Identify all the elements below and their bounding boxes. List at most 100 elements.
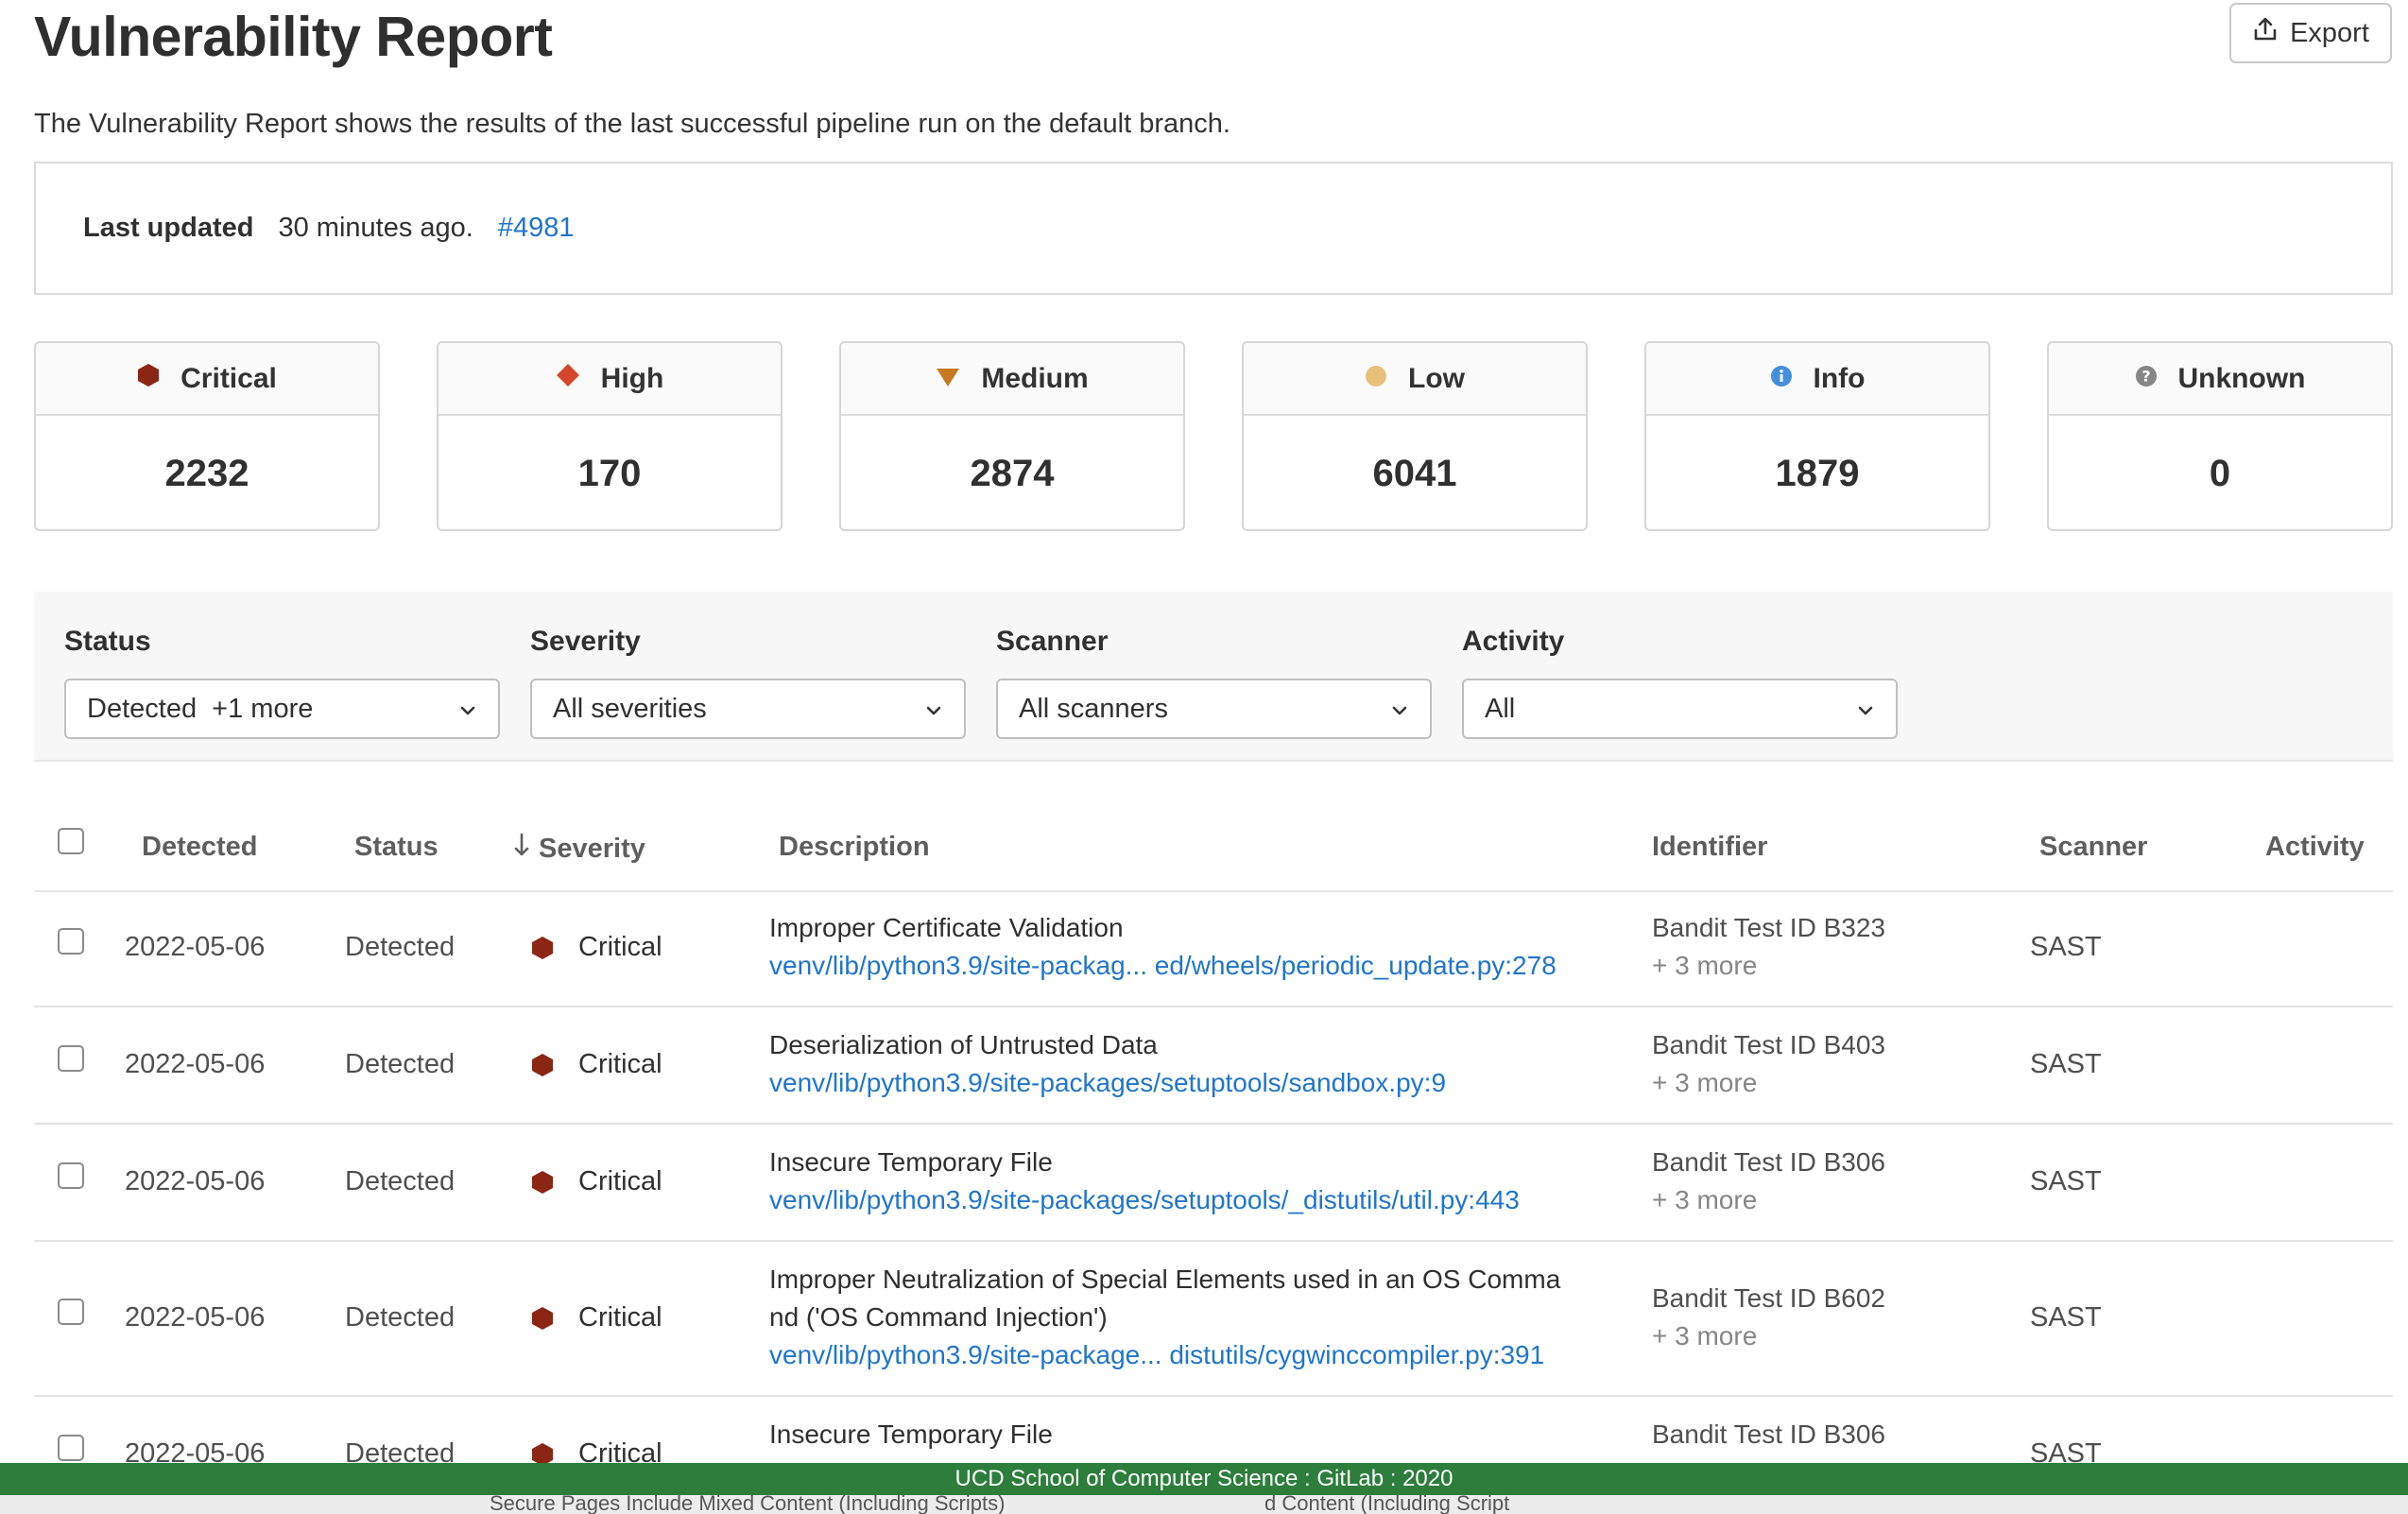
severity-label: Critical	[181, 362, 277, 394]
severity-count: 6041	[1372, 452, 1457, 494]
identifier-text: Bandit Test ID B403	[1652, 1030, 1885, 1059]
severity-text: Critical	[578, 932, 662, 962]
file-location-link[interactable]: venv/lib/python3.9/site-packag... ed/whe…	[769, 947, 1557, 985]
critical-icon	[531, 1306, 554, 1335]
table-row[interactable]: 2022-05-06 Detected Critical Insecure Te…	[0, 1397, 2408, 1463]
chevron-down-icon	[924, 694, 943, 725]
chevron-down-icon	[1390, 694, 1409, 725]
export-icon	[2252, 16, 2279, 50]
file-location-link[interactable]: venv/lib/python3.9/site-packages/setupto…	[769, 1181, 1520, 1219]
vulnerability-title[interactable]: Improper Neutralization of Special Eleme…	[769, 1261, 1560, 1299]
scanner-dropdown[interactable]: All scanners	[996, 679, 1432, 739]
severity-card-low: Low 6041	[1242, 341, 1588, 531]
severity-filter: Severity All severities	[530, 626, 966, 739]
severity-dropdown[interactable]: All severities	[530, 679, 966, 739]
identifier-text: Bandit Test ID B602	[1652, 1283, 1885, 1313]
vulnerability-title[interactable]: Insecure Temporary File	[769, 1416, 1053, 1454]
column-status: Status	[354, 832, 439, 862]
identifier-text: Bandit Test ID B306	[1652, 1419, 1885, 1449]
column-severity[interactable]: Severity	[512, 832, 645, 866]
scanner-filter-label: Scanner	[996, 626, 1109, 657]
file-location-link[interactable]: venv/lib/python3.9/site-package... distu…	[769, 1336, 1544, 1374]
status-filter-label: Status	[64, 626, 151, 657]
column-identifier: Identifier	[1652, 832, 1768, 862]
column-detected[interactable]: Detected	[142, 832, 258, 863]
detected-date: 2022-05-06	[125, 1302, 266, 1333]
identifier-text: Bandit Test ID B323	[1652, 913, 1885, 942]
scanner-filter: Scanner All scanners	[996, 626, 1432, 739]
footer-underlay-text: d Content (Including Script	[1264, 1495, 1510, 1514]
row-checkbox[interactable]	[58, 1435, 84, 1461]
report-description: The Vulnerability Report shows the resul…	[34, 109, 1230, 139]
last-updated-label: Last updated	[83, 213, 254, 243]
status-text: Detected	[345, 932, 456, 962]
select-all-checkbox[interactable]	[58, 828, 84, 854]
status-text: Detected	[345, 1302, 456, 1333]
severity-count: 2232	[164, 452, 249, 494]
identifier-more: + 3 more	[1652, 1068, 1758, 1097]
activity-dropdown-value: All	[1485, 693, 1516, 724]
svg-text:?: ?	[2141, 367, 2150, 385]
vulnerability-title[interactable]: Insecure Temporary File	[769, 1144, 1053, 1181]
detected-date: 2022-05-06	[125, 1438, 266, 1463]
severity-filter-label: Severity	[530, 626, 641, 657]
page-title: Vulnerability Report	[34, 6, 553, 68]
detected-date: 2022-05-06	[125, 1049, 266, 1079]
export-label: Export	[2290, 17, 2369, 48]
export-button[interactable]: Export	[2229, 3, 2392, 63]
severity-card-high: High 170	[437, 341, 783, 531]
activity-filter-label: Activity	[1462, 626, 1565, 657]
column-severity-label: Severity	[539, 833, 645, 864]
critical-icon	[137, 363, 160, 395]
column-description: Description	[779, 832, 930, 862]
severity-label: High	[600, 362, 664, 394]
scanner-text: SAST	[2030, 1438, 2102, 1463]
footer-underlay-text: Secure Pages Include Mixed Content (Incl…	[490, 1495, 1006, 1514]
row-checkbox[interactable]	[58, 1162, 84, 1189]
row-checkbox[interactable]	[58, 928, 84, 955]
status-dropdown-value: Detected +1 more	[87, 693, 314, 724]
last-updated-time: 30 minutes ago.	[278, 213, 473, 243]
severity-card-unknown: ? Unknown 0	[2047, 341, 2393, 531]
low-icon	[1365, 363, 1387, 395]
chevron-down-icon	[458, 694, 477, 725]
table-row[interactable]: 2022-05-06 Detected Critical Insecure Te…	[0, 1125, 2408, 1240]
severity-label: Low	[1408, 362, 1465, 394]
identifier-more: + 3 more	[1652, 1321, 1758, 1351]
scanner-text: SAST	[2030, 932, 2102, 962]
row-checkbox[interactable]	[58, 1299, 84, 1325]
status-dropdown[interactable]: Detected +1 more	[64, 679, 500, 739]
severity-label: Unknown	[2177, 362, 2306, 394]
severity-text: Critical	[578, 1049, 662, 1079]
scanner-text: SAST	[2030, 1049, 2102, 1079]
activity-filter: Activity All	[1462, 626, 1898, 739]
detected-date: 2022-05-06	[125, 1166, 266, 1196]
severity-text: Critical	[578, 1302, 662, 1333]
severity-text: Critical	[578, 1166, 662, 1196]
table-row[interactable]: 2022-05-06 Detected Critical Improper Ne…	[0, 1242, 2408, 1395]
file-location-link[interactable]: venv/lib/python3.9/site-packages/setupto…	[769, 1064, 1446, 1102]
status-filter: Status Detected +1 more	[64, 626, 500, 739]
table-row[interactable]: 2022-05-06 Detected Critical Improper Ce…	[0, 892, 2408, 1007]
column-activity: Activity	[2265, 832, 2365, 862]
vulnerability-title[interactable]: Improper Certificate Validation	[769, 909, 1124, 947]
row-checkbox[interactable]	[58, 1045, 84, 1072]
pipeline-link[interactable]: #4981	[498, 213, 575, 244]
chevron-down-icon	[1856, 694, 1875, 725]
severity-count: 1879	[1775, 452, 1860, 494]
sort-arrow-down-icon	[512, 832, 531, 866]
activity-dropdown[interactable]: All	[1462, 679, 1898, 739]
critical-icon	[531, 1053, 554, 1082]
critical-icon	[531, 936, 554, 965]
vulnerability-title-continued[interactable]: nd ('OS Command Injection')	[769, 1299, 1108, 1336]
table-row[interactable]: 2022-05-06 Detected Critical Deserializa…	[0, 1007, 2408, 1123]
severity-label: Medium	[981, 362, 1089, 394]
critical-icon	[531, 1442, 554, 1463]
detected-date: 2022-05-06	[125, 932, 266, 962]
identifier-more: + 3 more	[1652, 951, 1758, 980]
last-updated-panel: Last updated 30 minutes ago. #4981	[34, 162, 2393, 295]
severity-dropdown-value: All severities	[553, 693, 707, 724]
severity-count: 2874	[970, 452, 1055, 494]
vulnerability-title[interactable]: Deserialization of Untrusted Data	[769, 1026, 1158, 1064]
severity-count: 170	[577, 452, 642, 494]
